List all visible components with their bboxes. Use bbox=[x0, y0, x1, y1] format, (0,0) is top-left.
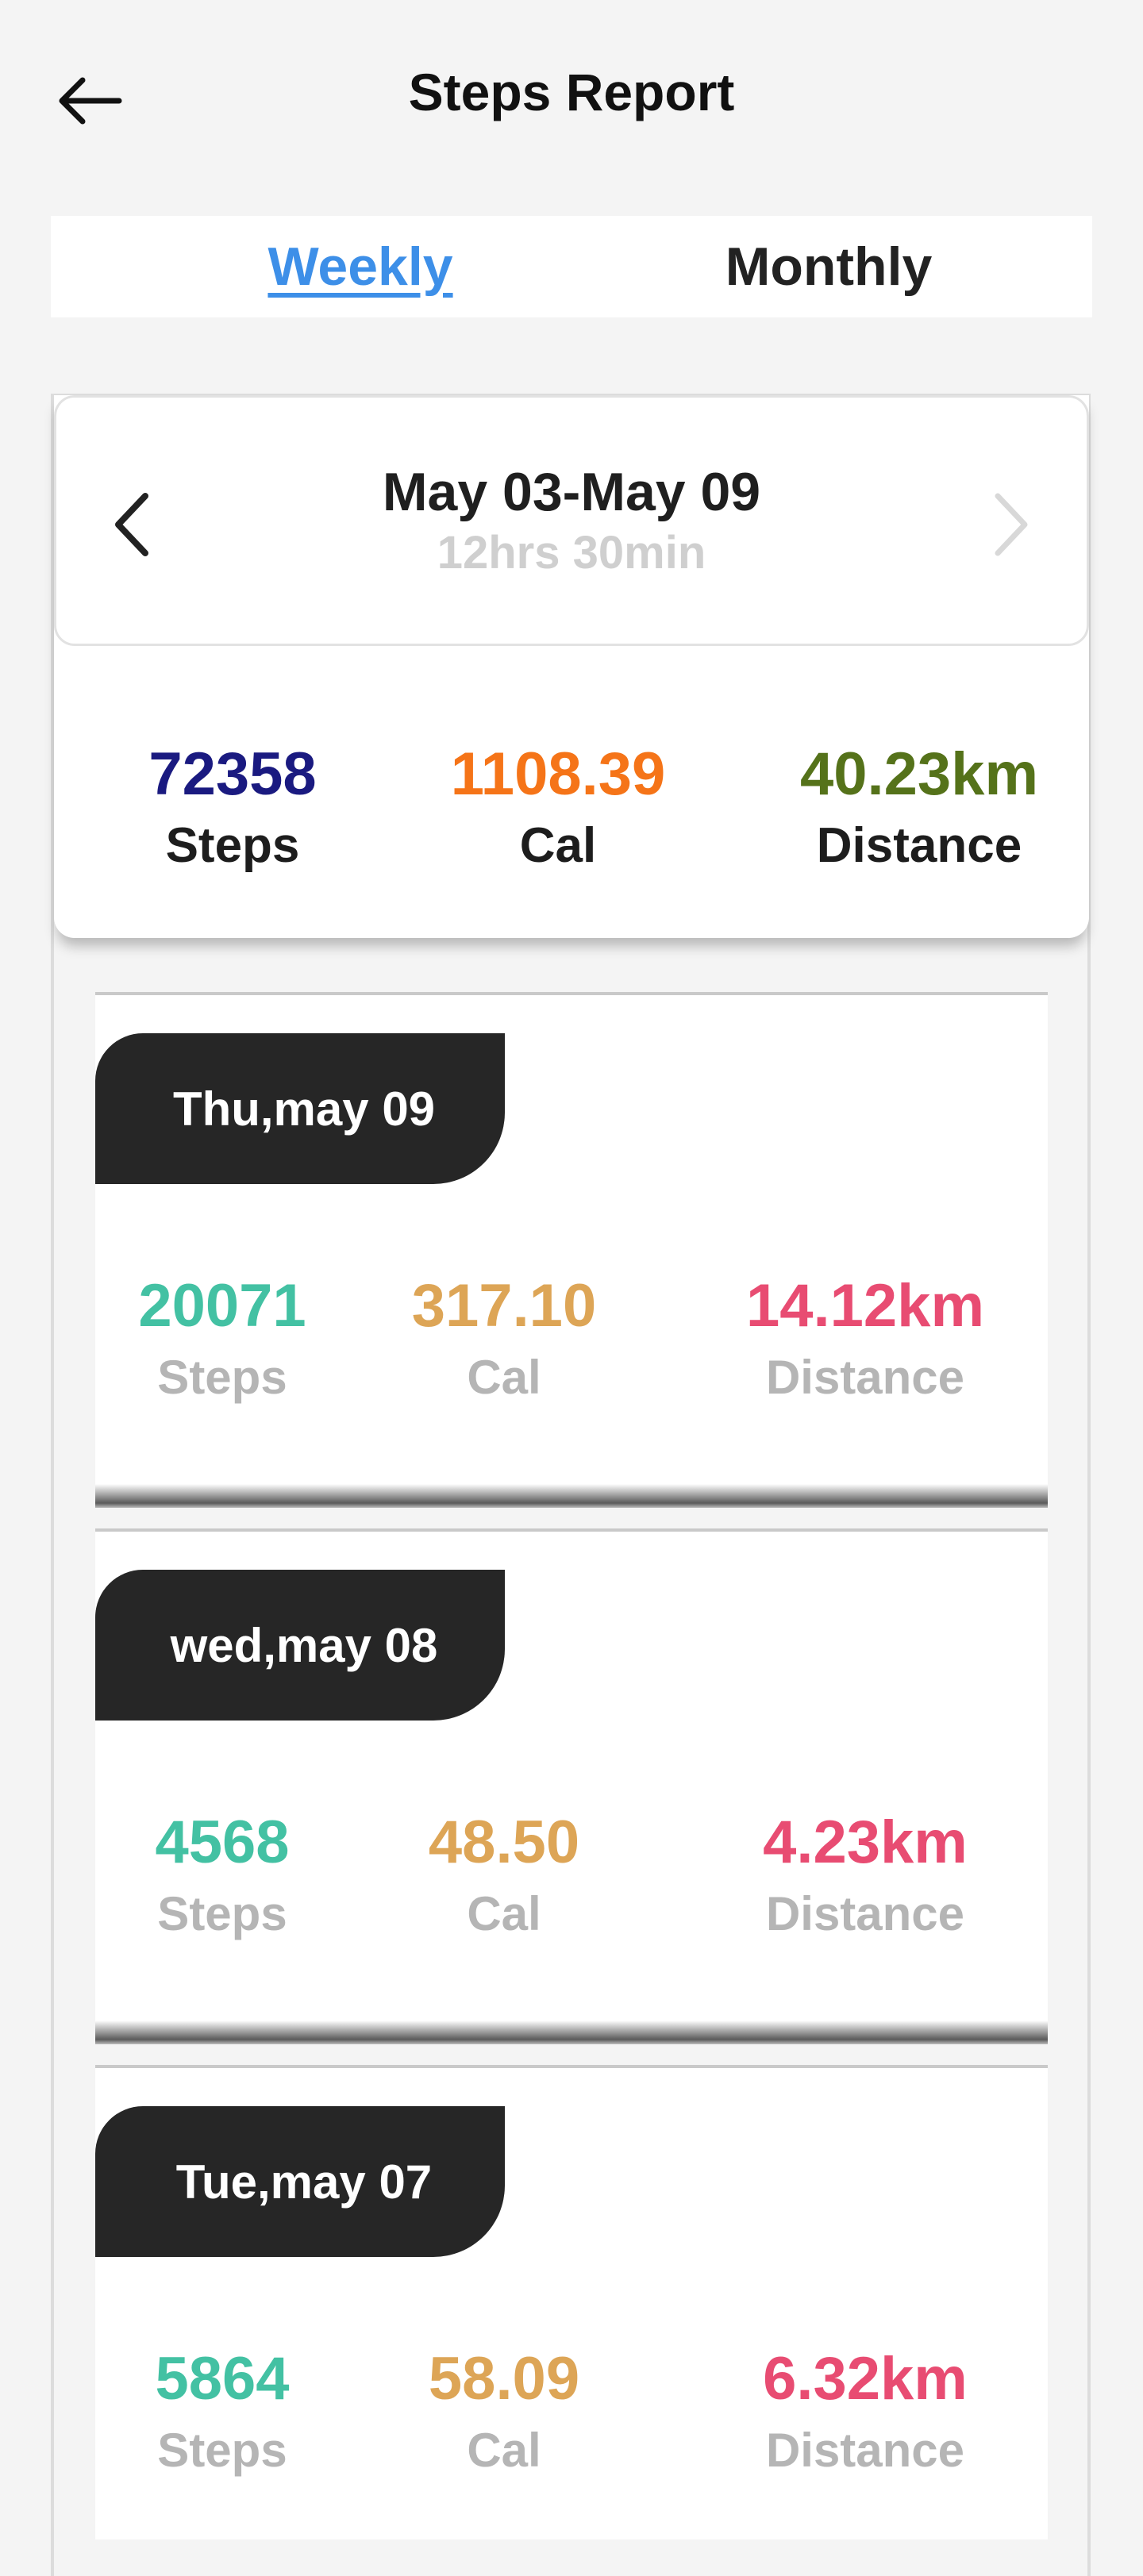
page-title: Steps Report bbox=[408, 63, 735, 121]
day-cal-stat: 317.10 Cal bbox=[365, 1268, 643, 1411]
day-steps-label: Steps bbox=[157, 1351, 287, 1404]
day-distance-label: Distance bbox=[765, 1351, 965, 1404]
card-divider bbox=[95, 1484, 1048, 1508]
day-cal-label: Cal bbox=[467, 2424, 541, 2477]
weekly-summary-card: May 03-May 09 12hrs 30min 72358 Steps 11… bbox=[54, 395, 1089, 938]
day-cal-value: 48.50 bbox=[428, 1809, 580, 1876]
day-steps-value: 20071 bbox=[138, 1272, 306, 1340]
total-cal-value: 1108.39 bbox=[450, 740, 666, 808]
day-card[interactable]: wed,may 08 4568 Steps 48.50 Cal 4.23km D… bbox=[95, 1528, 1048, 2044]
day-cal-value: 317.10 bbox=[411, 1272, 597, 1340]
tab-weekly[interactable]: Weekly bbox=[217, 216, 503, 317]
day-distance-stat: 14.12km Distance bbox=[706, 1268, 1024, 1411]
day-card[interactable]: Thu,may 09 20071 Steps 317.10 Cal 14.12k… bbox=[95, 992, 1048, 1508]
total-cal-stat: 1108.39 Cal bbox=[395, 736, 721, 879]
day-cal-label: Cal bbox=[467, 1351, 541, 1404]
day-steps-value: 5864 bbox=[155, 2345, 290, 2413]
day-steps-label: Steps bbox=[157, 2424, 287, 2477]
duration-label: 12hrs 30min bbox=[437, 527, 706, 579]
day-steps-value: 4568 bbox=[155, 1809, 290, 1876]
total-steps-value: 72358 bbox=[148, 740, 317, 808]
total-cal-label: Cal bbox=[519, 818, 597, 873]
day-title: wed,may 08 bbox=[95, 1570, 505, 1721]
card-divider bbox=[95, 2020, 1048, 2044]
total-distance-label: Distance bbox=[816, 818, 1022, 873]
day-distance-label: Distance bbox=[765, 2424, 965, 2477]
day-cal-stat: 58.09 Cal bbox=[365, 2341, 643, 2484]
day-distance-stat: 4.23km Distance bbox=[706, 1805, 1024, 1947]
day-cal-value: 58.09 bbox=[428, 2345, 580, 2413]
day-distance-value: 6.32km bbox=[763, 2345, 968, 2413]
app-header: Steps Report bbox=[0, 0, 1143, 198]
total-steps-stat: 72358 Steps bbox=[70, 736, 395, 879]
day-title: Tue,may 07 bbox=[95, 2106, 505, 2257]
day-distance-label: Distance bbox=[765, 1887, 965, 1940]
tab-monthly[interactable]: Monthly bbox=[670, 216, 987, 317]
date-range-label: May 03-May 09 bbox=[382, 462, 761, 522]
day-distance-stat: 6.32km Distance bbox=[706, 2341, 1024, 2484]
total-distance-value: 40.23km bbox=[799, 740, 1039, 808]
day-card[interactable]: Tue,may 07 5864 Steps 58.09 Cal 6.32km D… bbox=[95, 2065, 1048, 2539]
period-tabs: Weekly Monthly bbox=[51, 216, 1092, 317]
day-cal-stat: 48.50 Cal bbox=[365, 1805, 643, 1947]
day-cal-label: Cal bbox=[467, 1887, 541, 1940]
chevron-right-icon bbox=[995, 493, 1028, 556]
next-week-button[interactable] bbox=[976, 485, 1047, 564]
day-distance-value: 14.12km bbox=[745, 1272, 985, 1340]
total-steps-label: Steps bbox=[165, 818, 300, 873]
total-distance-stat: 40.23km Distance bbox=[760, 736, 1078, 879]
day-distance-value: 4.23km bbox=[763, 1809, 968, 1876]
day-steps-label: Steps bbox=[157, 1887, 287, 1940]
day-title: Thu,may 09 bbox=[95, 1033, 505, 1184]
date-range-selector: May 03-May 09 12hrs 30min bbox=[54, 395, 1089, 646]
day-steps-stat: 4568 Steps bbox=[95, 1805, 349, 1947]
day-steps-stat: 5864 Steps bbox=[95, 2341, 349, 2484]
day-steps-stat: 20071 Steps bbox=[95, 1268, 349, 1411]
